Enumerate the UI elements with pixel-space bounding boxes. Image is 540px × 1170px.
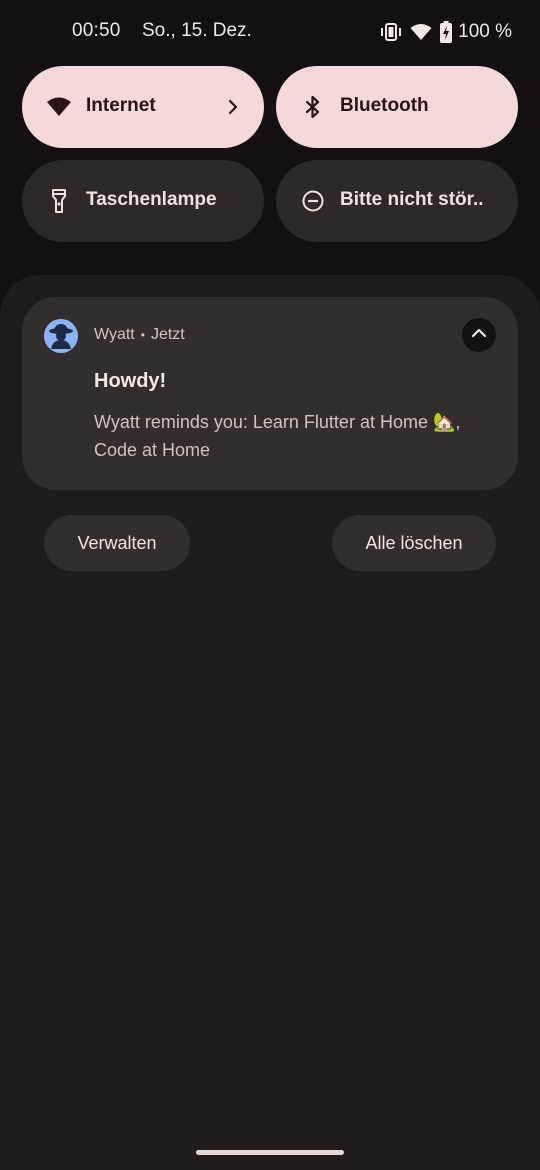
notification-separator: •: [140, 328, 145, 342]
notification-card[interactable]: Wyatt • Jetzt Howdy! Wyatt reminds you: …: [22, 297, 518, 490]
flashlight-icon: [46, 188, 72, 214]
tile-internet-label: Internet: [86, 95, 156, 116]
notification-body: Wyatt reminds you: Learn Flutter at Home…: [94, 412, 461, 460]
battery-charging-icon: [440, 21, 453, 43]
wifi-icon: [410, 23, 432, 41]
vibrate-icon: [380, 22, 402, 42]
bluetooth-icon: [300, 94, 326, 120]
chevron-up-icon: [469, 323, 489, 348]
status-bar: 00:50 So., 15. Dez. 100 %: [0, 0, 540, 66]
clear-all-button[interactable]: Alle löschen: [332, 515, 496, 571]
wifi-icon: [46, 94, 72, 120]
status-icons: 100 %: [380, 18, 512, 46]
tile-flashlight-label: Taschenlampe: [86, 189, 217, 210]
manage-button[interactable]: Verwalten: [44, 515, 190, 571]
status-time: 00:50: [72, 20, 121, 41]
do-not-disturb-icon: [300, 188, 326, 214]
tile-do-not-disturb-label: Bitte nicht stör..: [340, 189, 484, 210]
gesture-navigation-bar[interactable]: [196, 1150, 344, 1155]
tile-flashlight[interactable]: Taschenlampe: [22, 160, 264, 242]
notification-header: Wyatt • Jetzt: [94, 326, 185, 344]
tile-bluetooth-label: Bluetooth: [340, 95, 429, 116]
notification-title: Howdy!: [94, 370, 167, 392]
status-date: So., 15. Dez.: [142, 20, 252, 41]
tile-do-not-disturb[interactable]: Bitte nicht stör..: [276, 160, 518, 242]
notification-app-name: Wyatt: [94, 326, 135, 343]
tile-bluetooth[interactable]: Bluetooth: [276, 66, 518, 148]
notification-collapse-button[interactable]: [462, 318, 496, 352]
notification-time: Jetzt: [150, 326, 185, 343]
chevron-right-icon: [222, 96, 244, 118]
battery-percentage: 100 %: [458, 21, 512, 42]
detective-avatar-icon: [44, 319, 78, 353]
tile-internet[interactable]: Internet: [22, 66, 264, 148]
